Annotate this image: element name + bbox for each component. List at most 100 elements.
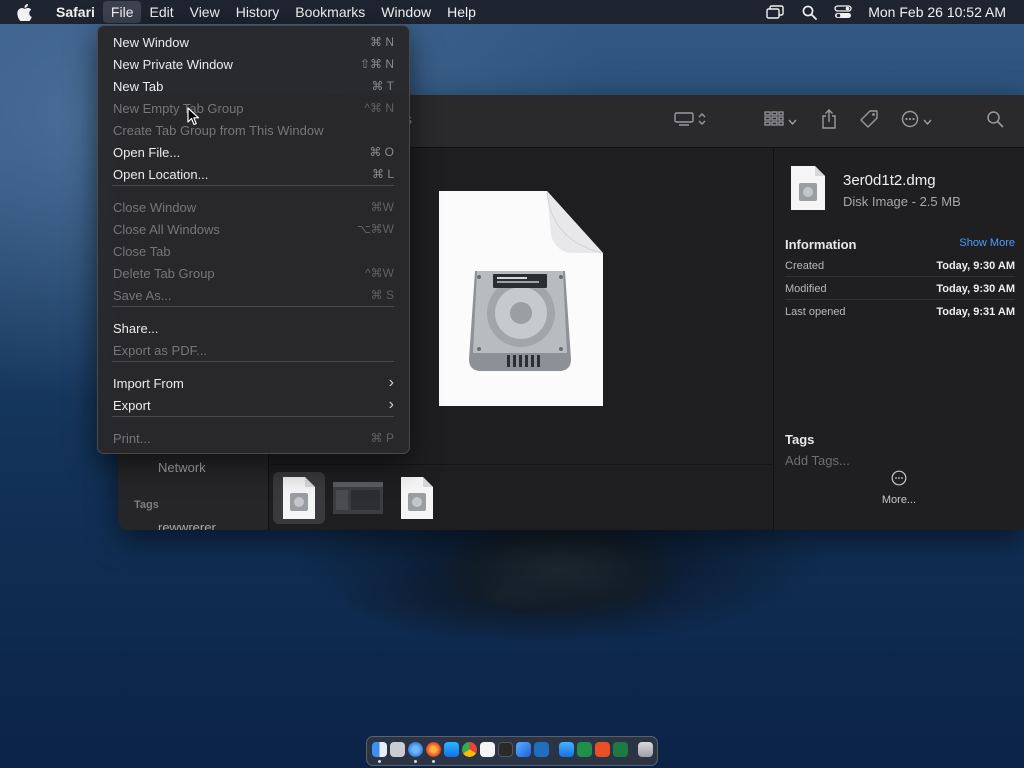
menu-item-new-window[interactable]: New Window ⌘ N (103, 31, 404, 53)
menu-item-label: Open File... (113, 144, 181, 160)
divider (785, 276, 1015, 277)
menu-item-close-tab: Close Tab (103, 240, 404, 262)
chevron-right-icon: › (388, 374, 394, 391)
launchpad-icon[interactable] (390, 742, 405, 757)
menu-item-label: Import From (113, 375, 184, 391)
mail-icon[interactable] (559, 742, 574, 757)
safari-icon[interactable] (408, 742, 423, 757)
menu-help[interactable]: Help (439, 0, 484, 24)
menu-file[interactable]: File (102, 1, 142, 23)
ellipsis-circle-icon (901, 110, 919, 133)
spotlight-search-icon[interactable] (792, 5, 826, 20)
filmstrip-item-dmg[interactable] (391, 472, 443, 524)
menu-item-import-from[interactable]: Import From › (103, 372, 404, 394)
menu-separator (112, 185, 394, 186)
add-tags-field[interactable]: Add Tags... (785, 453, 850, 468)
grid-view-icon (764, 110, 784, 132)
sidebar-tag-item[interactable]: rewwrerer (158, 520, 216, 530)
menu-view[interactable]: View (182, 0, 228, 24)
chrome-icon[interactable] (462, 742, 477, 757)
excel-icon-2[interactable] (613, 742, 628, 757)
menu-history[interactable]: History (228, 0, 288, 24)
more-label: More... (881, 494, 917, 506)
menu-item-open-file[interactable]: Open File... ⌘ O (103, 141, 404, 163)
view-options-button[interactable] (764, 109, 797, 133)
info-value: Today, 9:30 AM (936, 283, 1015, 295)
menu-separator (112, 361, 394, 362)
group-by-button[interactable] (674, 109, 706, 133)
firefox-icon[interactable] (426, 742, 441, 757)
finder-icon[interactable] (372, 742, 387, 757)
file-menu-dropdown: New Window ⌘ N New Private Window ⇧⌘ N New T… (97, 25, 410, 454)
menu-item-shortcut: ⌘ P (370, 431, 394, 445)
dmg-document-icon (439, 190, 604, 406)
menu-item-label: New Private Window (113, 56, 233, 72)
finder-search-button[interactable] (986, 109, 1004, 133)
chevron-right-icon: › (388, 396, 394, 413)
menu-app-safari[interactable]: Safari (48, 0, 103, 24)
menu-item-print: Print... ⌘ P (103, 427, 404, 449)
trash-icon[interactable] (638, 742, 653, 757)
share-button[interactable] (821, 108, 837, 133)
inspector-file-icon (791, 166, 825, 215)
menu-item-shortcut: ⌘ S (370, 288, 394, 302)
vscode-icon[interactable] (534, 742, 549, 757)
menu-window[interactable]: Window (373, 0, 439, 24)
menu-item-label: Close Window (113, 199, 197, 215)
menu-item-share[interactable]: Share... (103, 317, 404, 339)
menu-bar-clock[interactable]: Mon Feb 26 10:52 AM (860, 4, 1024, 20)
info-key: Last opened (785, 306, 846, 318)
menu-item-new-private-window[interactable]: New Private Window ⇧⌘ N (103, 53, 404, 75)
show-more-link[interactable]: Show More (959, 237, 1015, 249)
terminal-icon[interactable] (498, 742, 513, 757)
tags-heading: Tags (785, 432, 815, 447)
menu-item-shortcut: ⌘ L (371, 167, 394, 181)
xcode-icon[interactable] (516, 742, 531, 757)
filmstrip-item-screenshot[interactable] (332, 472, 384, 524)
running-indicator (378, 760, 381, 763)
menu-item-export-as-pdf: Export as PDF... (103, 339, 404, 361)
wallpaper-island (440, 520, 680, 620)
group-icon (674, 111, 694, 132)
mouse-cursor-icon (187, 107, 200, 131)
sidebar-item-network[interactable]: Network (158, 460, 206, 475)
menu-separator (112, 306, 394, 307)
menu-item-label: Close Tab (113, 243, 171, 259)
menu-item-shortcut: ⌥⌘W (356, 222, 394, 236)
up-down-chevron-icon (698, 112, 706, 131)
screenshot-thumbnail-icon (333, 482, 383, 514)
app-store-icon[interactable] (444, 742, 459, 757)
menu-item-new-tab[interactable]: New Tab ⌘ T (103, 75, 404, 97)
large-file-preview[interactable] (439, 190, 604, 406)
sidebar-tags-header: Tags (134, 499, 159, 511)
wallpaper-rock (480, 580, 550, 610)
excel-icon[interactable] (577, 742, 592, 757)
tags-button[interactable] (859, 109, 879, 133)
menu-edit[interactable]: Edit (141, 0, 181, 24)
dock (366, 736, 658, 766)
menu-item-open-location[interactable]: Open Location... ⌘ L (103, 163, 404, 185)
textedit-icon[interactable] (480, 742, 495, 757)
action-menu-button[interactable] (901, 109, 932, 133)
screen-mirroring-icon[interactable] (758, 5, 792, 19)
info-key: Created (785, 260, 825, 272)
menu-item-label: Save As... (113, 287, 172, 303)
info-value: Today, 9:31 AM (936, 306, 1015, 318)
menu-item-label: Delete Tab Group (113, 265, 215, 281)
menu-item-export[interactable]: Export › (103, 394, 404, 416)
menu-item-shortcut: ⌘W (370, 200, 394, 214)
chevron-down-icon (923, 112, 932, 130)
control-center-icon[interactable] (826, 5, 860, 19)
filmstrip-item-dmg-selected[interactable] (273, 472, 325, 524)
menu-item-label: Export (113, 397, 151, 413)
menu-item-label: Export as PDF... (113, 342, 207, 358)
menu-bookmarks[interactable]: Bookmarks (287, 0, 373, 24)
info-row-modified: Modified Today, 9:30 AM (785, 283, 1015, 295)
menu-item-new-empty-tab-group: New Empty Tab Group ^⌘ N (103, 97, 404, 119)
inspector-more-button[interactable]: More... (869, 470, 929, 508)
office-icon[interactable] (595, 742, 610, 757)
apple-menu-icon[interactable] (0, 3, 48, 21)
running-indicator (414, 760, 417, 763)
running-indicator (432, 760, 435, 763)
info-row-last-opened: Last opened Today, 9:31 AM (785, 306, 1015, 318)
